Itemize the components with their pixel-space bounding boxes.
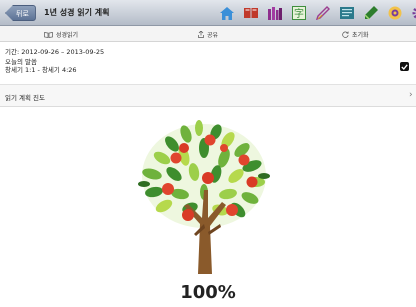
bible-reading-icon[interactable] (386, 4, 404, 22)
reading-progress-row[interactable]: 읽기 계획 진도 › (0, 85, 416, 107)
progress-percent: 100% (180, 282, 236, 303)
navigation-bar: 뒤로 1년 성경 읽기 계획 字 (0, 0, 416, 26)
home-icon[interactable] (218, 4, 236, 22)
chevron-right-icon: › (409, 90, 413, 100)
library-icon[interactable] (266, 4, 284, 22)
tab-bible-reading-label: 성경읽기 (56, 32, 79, 39)
plan-info: 기간: 2012-09-26 – 2013-09-25 오늘의 말씀 창세기 1… (5, 48, 104, 74)
tab-reset-label: 초기화 (352, 32, 369, 39)
reset-icon (342, 31, 349, 38)
checkmark-icon (401, 63, 408, 70)
plan-period: 기간: 2012-09-26 – 2013-09-25 (5, 48, 105, 56)
share-icon (198, 31, 204, 38)
pen-icon[interactable] (314, 4, 332, 22)
toolbar-icons: 字 (218, 4, 416, 22)
highlighter-icon[interactable] (362, 4, 380, 22)
open-book-icon (44, 31, 53, 38)
progress-tree-illustration (138, 120, 270, 274)
settings-icon[interactable] (410, 4, 416, 22)
back-button[interactable]: 뒤로 (5, 5, 36, 21)
today-reading-checkbox[interactable] (400, 62, 409, 71)
page-title: 1년 성경 읽기 계획 (44, 8, 110, 17)
reading-progress-label: 읽기 계획 진도 (5, 94, 46, 102)
dictionary-icon[interactable]: 字 (290, 4, 308, 22)
today-reading-range: 창세기 1:1 - 창세기 4:26 (5, 66, 77, 74)
notes-icon[interactable] (338, 4, 356, 22)
tab-share-label: 공유 (207, 32, 219, 39)
tab-bible-reading[interactable]: 성경읽기 (44, 30, 78, 39)
tab-bar: 성경읽기 공유 초기화 (0, 26, 416, 42)
today-reading-heading: 오늘의 말씀 (5, 58, 37, 66)
book-icon[interactable] (242, 4, 260, 22)
tab-reset[interactable]: 초기화 (342, 30, 369, 39)
tab-share[interactable]: 공유 (198, 30, 218, 39)
svg-text:字: 字 (294, 7, 304, 20)
